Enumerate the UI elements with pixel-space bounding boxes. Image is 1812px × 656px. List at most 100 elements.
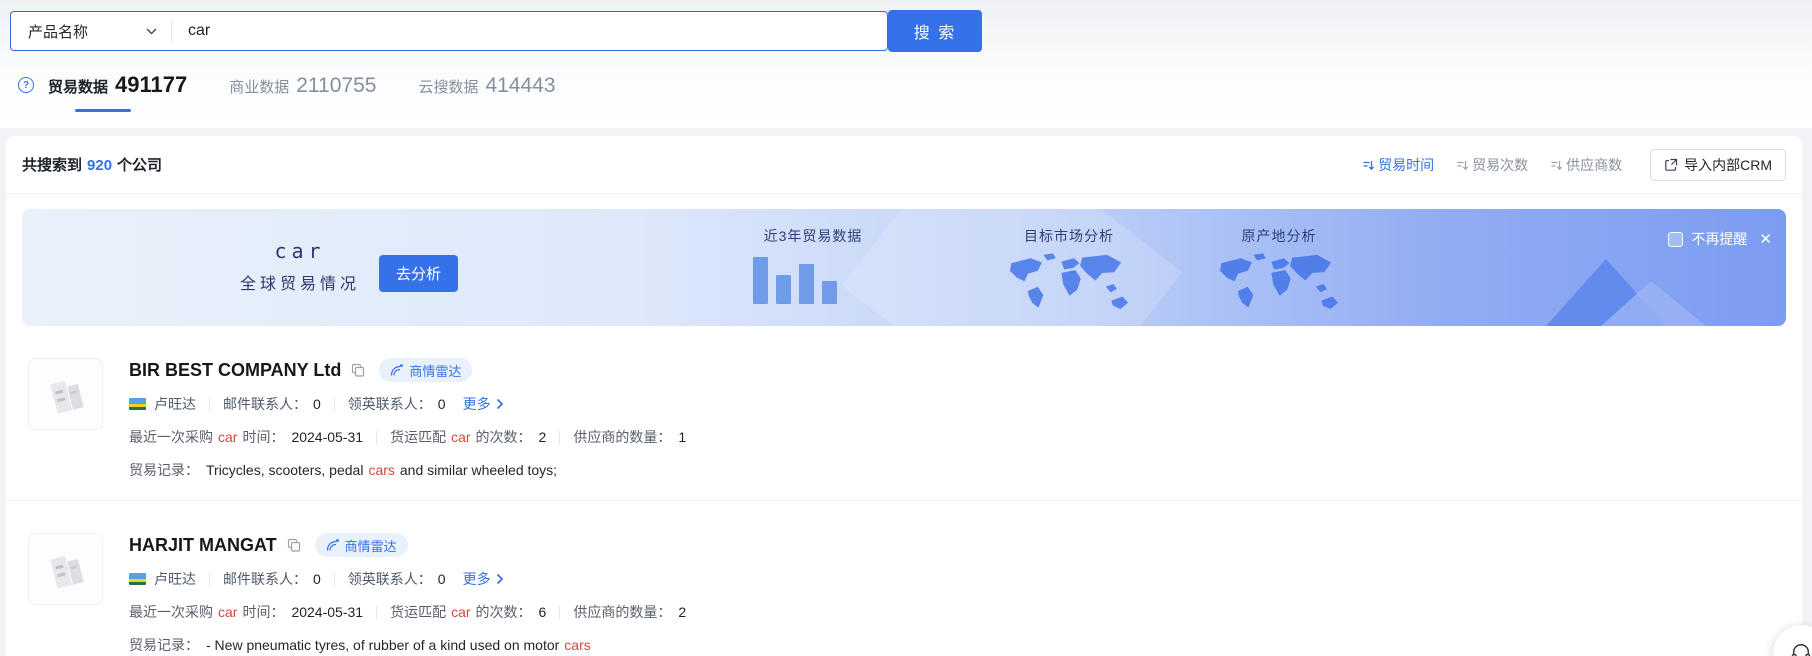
- supplier-count-label: 供应商的数量：: [573, 427, 671, 447]
- email-contacts-label: 邮件联系人：: [223, 394, 307, 414]
- tab-count: 2110755: [296, 74, 376, 98]
- company-name[interactable]: BIR BEST COMPANY Ltd: [129, 360, 341, 381]
- radar-icon: [390, 363, 404, 377]
- freight-prefix: 货运匹配: [390, 427, 446, 447]
- results-card: 共搜索到920个公司 贸易时间 贸易次数 供应商数: [6, 136, 1802, 656]
- chevron-right-icon: [496, 398, 504, 410]
- company-country: 卢旺达: [154, 569, 196, 589]
- keyword-highlight: car: [218, 604, 237, 620]
- building-icon: [41, 546, 91, 592]
- import-crm-button[interactable]: 导入内部CRM: [1650, 149, 1786, 181]
- company-info: BIR BEST COMPANY Ltd 商情雷达: [129, 358, 686, 480]
- divider: [376, 431, 377, 444]
- linkedin-contacts-value: 0: [438, 396, 446, 412]
- search-category-select[interactable]: 产品名称: [11, 12, 171, 50]
- data-tabs: ? 贸易数据 491177 商业数据 2110755 云搜数据 414443: [18, 72, 1812, 112]
- trade-bar: [753, 257, 768, 304]
- tab-cloud-search-data[interactable]: 云搜数据 414443: [418, 74, 555, 112]
- radar-icon: [326, 538, 340, 552]
- copy-icon[interactable]: [287, 538, 301, 552]
- banner-dismiss-group: 不再提醒 ✕: [1668, 229, 1772, 249]
- company-list: BIR BEST COMPANY Ltd 商情雷达: [6, 326, 1802, 656]
- banner-keyword: car: [222, 239, 378, 263]
- results-toolbar: 贸易时间 贸易次数 供应商数 导入内部CRM: [1340, 149, 1786, 181]
- company-count: 920: [87, 157, 112, 174]
- results-count-text: 共搜索到920个公司: [22, 154, 162, 175]
- sort-label: 供应商数: [1566, 155, 1622, 175]
- last-purchase-prefix: 最近一次采购: [129, 602, 213, 622]
- sort-trade-times[interactable]: 贸易次数: [1456, 155, 1528, 175]
- tab-trade-data[interactable]: ? 贸易数据 491177: [18, 72, 187, 112]
- email-contacts-value: 0: [313, 396, 321, 412]
- trade-bar: [799, 264, 814, 304]
- dismiss-label: 不再提醒: [1691, 229, 1747, 249]
- divider: [559, 431, 560, 444]
- freight-suffix: 的次数：: [476, 602, 532, 622]
- company-name[interactable]: HARJIT MANGAT: [129, 535, 277, 556]
- sort-label: 贸易时间: [1378, 155, 1434, 175]
- trade-bar: [776, 275, 791, 304]
- chevron-down-icon: [146, 28, 157, 35]
- radar-badge-label: 商情雷达: [345, 536, 397, 555]
- trade-record-row: 贸易记录： Tricycles, scooters, pedal cars an…: [129, 460, 686, 480]
- radar-badge[interactable]: 商情雷达: [379, 358, 472, 382]
- help-icon[interactable]: ?: [18, 77, 34, 93]
- linkedin-contacts-label: 领英联系人：: [348, 394, 432, 414]
- copy-icon[interactable]: [351, 363, 365, 377]
- headset-icon: [1790, 642, 1812, 656]
- results-header: 共搜索到920个公司 贸易时间 贸易次数 供应商数: [6, 136, 1802, 194]
- company-meta-row: 卢旺达 邮件联系人： 0 领英联系人： 0 更多: [129, 569, 686, 589]
- more-link[interactable]: 更多: [463, 569, 504, 589]
- freight-count: 6: [539, 604, 547, 620]
- keyword-highlight: car: [451, 604, 470, 620]
- email-contacts-value: 0: [313, 571, 321, 587]
- banner-triangle-decoration: [1506, 209, 1726, 326]
- target-market-label: 目标市场分析: [994, 226, 1144, 246]
- found-prefix: 共搜索到: [22, 157, 82, 174]
- search-input[interactable]: [172, 12, 887, 50]
- dismiss-checkbox[interactable]: [1668, 232, 1683, 247]
- tab-business-data[interactable]: 商业数据 2110755: [229, 74, 376, 112]
- search-button[interactable]: 搜 索: [888, 10, 982, 52]
- time-suffix: 时间：: [242, 427, 284, 447]
- tab-count: 414443: [485, 74, 555, 98]
- radar-badge[interactable]: 商情雷达: [315, 533, 408, 557]
- chevron-right-icon: [496, 573, 504, 585]
- banner-title-block: car 全球贸易情况: [222, 239, 378, 294]
- supplier-count-label: 供应商的数量：: [573, 602, 671, 622]
- trade-record-row: 贸易记录： - New pneumatic tyres, of rubber o…: [129, 635, 686, 655]
- time-suffix: 时间：: [242, 602, 284, 622]
- trade-record-text: and similar wheeled toys;: [400, 462, 557, 478]
- import-icon: [1664, 158, 1678, 172]
- trade-record-text: Tricycles, scooters, pedal: [206, 462, 363, 478]
- divider: [209, 398, 210, 411]
- world-map-icon: [1003, 246, 1135, 322]
- purchase-info-row: 最近一次采购 car 时间： 2024-05-31 货运匹配 car 的次数： …: [129, 427, 686, 447]
- sort-supplier-count[interactable]: 供应商数: [1550, 155, 1622, 175]
- supplier-count: 2: [678, 604, 686, 620]
- company-thumbnail: [28, 533, 103, 605]
- active-tab-underline: [75, 109, 131, 112]
- supplier-count: 1: [678, 429, 686, 445]
- keyword-highlight: car: [218, 429, 237, 445]
- trade-record-label: 贸易记录：: [129, 460, 199, 480]
- top-search-section: 产品名称 搜 索 ? 贸易数据 491177 商业数据 2110755: [0, 0, 1812, 128]
- divider: [209, 573, 210, 586]
- linkedin-contacts-label: 领英联系人：: [348, 569, 432, 589]
- company-meta-row: 卢旺达 邮件联系人： 0 领英联系人： 0 更多: [129, 394, 686, 414]
- rwanda-flag-icon: [129, 398, 146, 410]
- last-purchase-prefix: 最近一次采购: [129, 427, 213, 447]
- radar-badge-label: 商情雷达: [409, 361, 461, 380]
- recent-trade-label: 近3年贸易数据: [738, 226, 888, 246]
- search-bar: 产品名称 搜 索: [10, 11, 1812, 52]
- sort-trade-time[interactable]: 贸易时间: [1362, 155, 1434, 175]
- keyword-highlight: cars: [564, 637, 590, 653]
- last-purchase-date: 2024-05-31: [291, 429, 363, 445]
- tab-label: 商业数据: [229, 76, 289, 97]
- more-link[interactable]: 更多: [463, 394, 504, 414]
- go-analyze-button[interactable]: 去分析: [379, 255, 458, 292]
- sort-icon: [1456, 159, 1468, 171]
- tab-label: 贸易数据: [48, 76, 108, 97]
- close-icon[interactable]: ✕: [1759, 232, 1772, 247]
- banner-subtitle: 全球贸易情况: [222, 270, 378, 294]
